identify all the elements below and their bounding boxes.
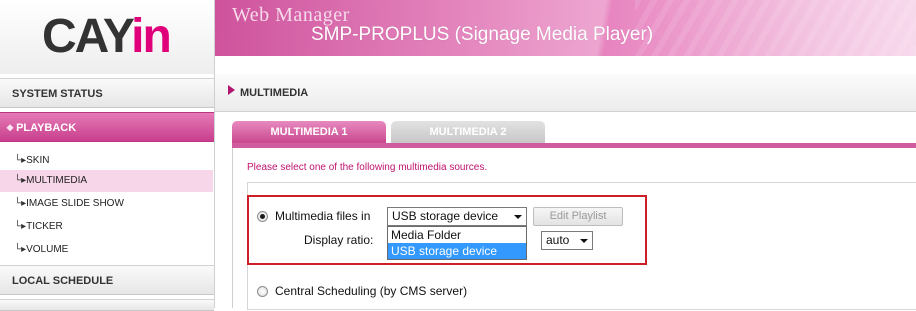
branch-icon: └▸ — [14, 198, 27, 209]
edit-playlist-button[interactable]: Edit Playlist — [533, 207, 623, 226]
branch-icon: └▸ — [14, 155, 27, 166]
central-scheduling-label: Central Scheduling (by CMS server) — [275, 284, 468, 298]
multimedia-files-radio[interactable] — [257, 211, 268, 222]
sidebar-item-skin[interactable]: └▸SKIN — [0, 150, 213, 172]
breadcrumb-label: MULTIMEDIA — [240, 87, 309, 99]
tab-multimedia-1[interactable]: MULTIMEDIA 1 — [232, 121, 386, 143]
branch-icon: └▸ — [14, 221, 27, 232]
sidebar-item-volume[interactable]: └▸VOLUME — [0, 239, 213, 261]
sidebar-item-image-slide-show[interactable]: └▸IMAGE SLIDE SHOW — [0, 193, 213, 215]
chevron-down-icon — [514, 215, 522, 219]
sidebar-item-ticker[interactable]: └▸TICKER — [0, 216, 213, 238]
chevron-down-icon — [580, 239, 588, 243]
display-ratio-label: Display ratio: — [304, 233, 374, 247]
display-ratio-select[interactable]: auto — [541, 231, 593, 250]
branch-icon: └▸ — [14, 175, 27, 186]
breadcrumb: MULTIMEDIA — [215, 74, 916, 112]
sidebar: SYSTEM STATUS ❖ PLAYBACK └▸SKIN └▸MULTIME… — [0, 74, 215, 311]
sidebar-item-playback[interactable]: ❖ PLAYBACK — [0, 112, 214, 142]
sidebar-item-next[interactable] — [0, 299, 214, 311]
sidebar-item-multimedia[interactable]: └▸MULTIMEDIA — [0, 170, 213, 192]
header-banner: Web Manager SMP-PROPLUS (Signage Media P… — [215, 0, 916, 74]
sidebar-item-local-schedule[interactable]: LOCAL SCHEDULE — [0, 265, 214, 295]
option-usb-storage-device[interactable]: USB storage device — [388, 243, 526, 259]
source-dropdown-list: Media Folder USB storage device — [387, 226, 527, 260]
triangle-right-icon — [228, 85, 235, 95]
option-media-folder[interactable]: Media Folder — [388, 227, 526, 243]
tab-multimedia-2[interactable]: MULTIMEDIA 2 — [391, 121, 545, 143]
diamond-icon: ❖ — [6, 123, 15, 133]
instruction-text: Please select one of the following multi… — [247, 162, 488, 173]
device-subtitle: SMP-PROPLUS (Signage Media Player) — [311, 24, 654, 45]
logo-area: CAYin — [0, 0, 215, 75]
sidebar-item-system-status[interactable]: SYSTEM STATUS — [0, 78, 214, 108]
multimedia-files-label: Multimedia files in — [275, 209, 371, 223]
cayin-logo: CAYin — [42, 10, 172, 63]
branch-icon: └▸ — [14, 244, 27, 255]
source-select[interactable]: USB storage device — [387, 207, 527, 226]
central-scheduling-radio[interactable] — [257, 286, 268, 297]
